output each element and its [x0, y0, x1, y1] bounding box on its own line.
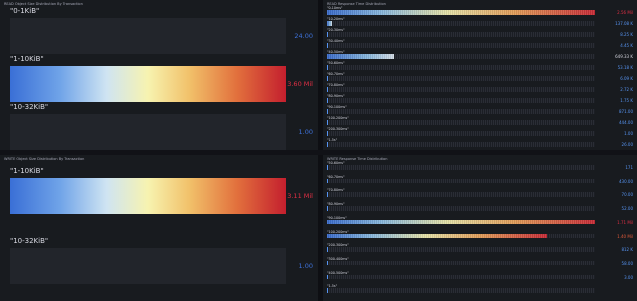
read_rt-row-fill — [327, 109, 328, 114]
read_rt-row-track — [327, 10, 595, 15]
write_rt-row-fill — [327, 233, 547, 238]
read_size-row-label: "1-10KiB" — [10, 55, 44, 63]
read-size-panel: READ Object Size Distribution By Transac… — [0, 0, 318, 150]
read_rt-row-fill — [327, 87, 328, 92]
write-size-panel: WRITE Object Size Distribution By Transa… — [0, 155, 318, 301]
write_rt-row-fill — [327, 247, 328, 252]
read_size-row-label: "0-1KiB" — [10, 7, 40, 15]
write_size-row-value: 3.11 Mil — [287, 192, 313, 200]
read_rt-row-value: 137.08 K — [615, 21, 633, 26]
write-size-title: WRITE Object Size Distribution By Transa… — [4, 157, 85, 161]
read_rt-row-fill — [327, 65, 328, 70]
read_rt-row-value: 1.00 — [624, 131, 633, 136]
read_rt-row-track — [327, 142, 595, 147]
read_rt-row-value: 4.45 K — [620, 43, 633, 48]
write_rt-row-track — [327, 192, 595, 197]
read_rt-row-track — [327, 120, 595, 125]
read_rt-row-track — [327, 87, 595, 92]
write_rt-row-fill — [327, 260, 328, 266]
read_rt-row-track — [327, 21, 595, 26]
read_rt-row-fill-color — [327, 54, 394, 59]
write_size-row-label: "10-32KiB" — [10, 237, 49, 245]
read_size-row-value: 1.00 — [298, 128, 313, 136]
read_rt-row-fill-color — [327, 21, 333, 26]
read_rt-row-track — [327, 32, 595, 37]
read_rt-row-value: 8.25 K — [620, 32, 633, 37]
write_rt-row-fill — [327, 206, 328, 211]
read_rt-row-track — [327, 76, 595, 81]
read_rt-row-value: 2.72 K — [620, 87, 633, 92]
write_rt-row-track — [327, 219, 595, 225]
write_rt-row-track — [327, 165, 595, 170]
read_size-row-value: 24.00 — [294, 32, 313, 40]
read_rt-row-track — [327, 131, 595, 136]
write_rt-row-value: 1.71 Mil — [617, 219, 633, 225]
write_rt-row-track — [327, 178, 595, 184]
write_rt-row-fill — [327, 219, 595, 225]
read_size-row-value: 3.60 Mil — [287, 80, 313, 88]
read_rt-row-track — [327, 43, 595, 48]
read_rt-row-fill — [327, 131, 328, 136]
read_rt-row-value: 26.00 — [621, 142, 633, 147]
write_rt-row-fill — [327, 192, 328, 197]
write_rt-row-value: 52.00 — [621, 206, 633, 212]
write-rt-panel: WRITE Response Time Distribution "50-60m… — [323, 155, 637, 301]
read_rt-row-fill — [327, 142, 328, 147]
read_rt-row-value: 6.09 K — [620, 76, 633, 81]
write_rt-row-value: 171 — [625, 165, 633, 170]
write_rt-row-track — [327, 206, 595, 211]
read-rt-panel: READ Response Time Distribution "0-10ms"… — [323, 0, 637, 150]
read_size-row-bar-bg — [10, 114, 286, 150]
read_rt-row-fill — [327, 98, 328, 103]
read_rt-row-fill-color — [327, 10, 595, 15]
read_rt-row-track — [327, 109, 595, 114]
read_size-row-bar-bg — [10, 18, 286, 54]
read_rt-row-value: 1.75 K — [620, 98, 633, 103]
write_rt-row-fill — [327, 165, 328, 170]
read_size-row-label: "10-32KiB" — [10, 103, 49, 111]
read_rt-row-fill — [327, 43, 328, 48]
read_rt-row-track — [327, 65, 595, 70]
write_rt-row-track — [327, 233, 595, 238]
write_size-row-value: 1.00 — [298, 262, 313, 270]
write_rt-row-fill — [327, 178, 328, 184]
write_rt-row-fill — [327, 274, 328, 280]
write_rt-row-track — [327, 288, 595, 293]
read_rt-row-fill — [327, 10, 595, 15]
read_rt-row-value: 871.00 — [619, 109, 633, 114]
read_rt-row-value: 2.56 Mil — [617, 10, 633, 15]
read-size-title: READ Object Size Distribution By Transac… — [4, 2, 83, 6]
write_rt-row-track — [327, 260, 595, 266]
read_rt-row-fill — [327, 76, 328, 81]
write_rt-row-fill-color — [327, 233, 547, 238]
write_size-row-bar-bg — [10, 248, 286, 284]
read_size-row-bar-fill — [10, 66, 286, 102]
write_rt-row-value: 58.00 — [621, 260, 633, 266]
read_rt-row-fill — [327, 54, 394, 59]
write_rt-row-fill — [327, 288, 328, 293]
read_rt-row-value: 649.33 K — [615, 54, 633, 59]
read_rt-row-fill — [327, 32, 328, 37]
write_rt-row-value: 430.00 — [619, 178, 633, 184]
write_rt-row-value: 1.40 Mil — [617, 233, 633, 239]
write_rt-row-fill-color — [327, 219, 595, 225]
write_rt-row-value: 812 K — [621, 247, 633, 253]
read_rt-row-value: 53.18 K — [617, 65, 633, 70]
read_rt-row-track — [327, 54, 595, 59]
read_rt-row-track — [327, 98, 595, 103]
write_rt-row-track — [327, 247, 595, 252]
write_rt-row-value: 3.00 — [624, 274, 633, 280]
write_size-row-label: "1-10KiB" — [10, 167, 44, 175]
read_rt-row-value: 444.00 — [619, 120, 633, 125]
write_rt-row-value: 70.00 — [621, 192, 633, 198]
write_rt-row-track — [327, 274, 595, 280]
read_rt-row-fill — [327, 21, 333, 26]
read_rt-row-fill — [327, 120, 328, 125]
write_size-row-bar-fill — [10, 178, 286, 214]
